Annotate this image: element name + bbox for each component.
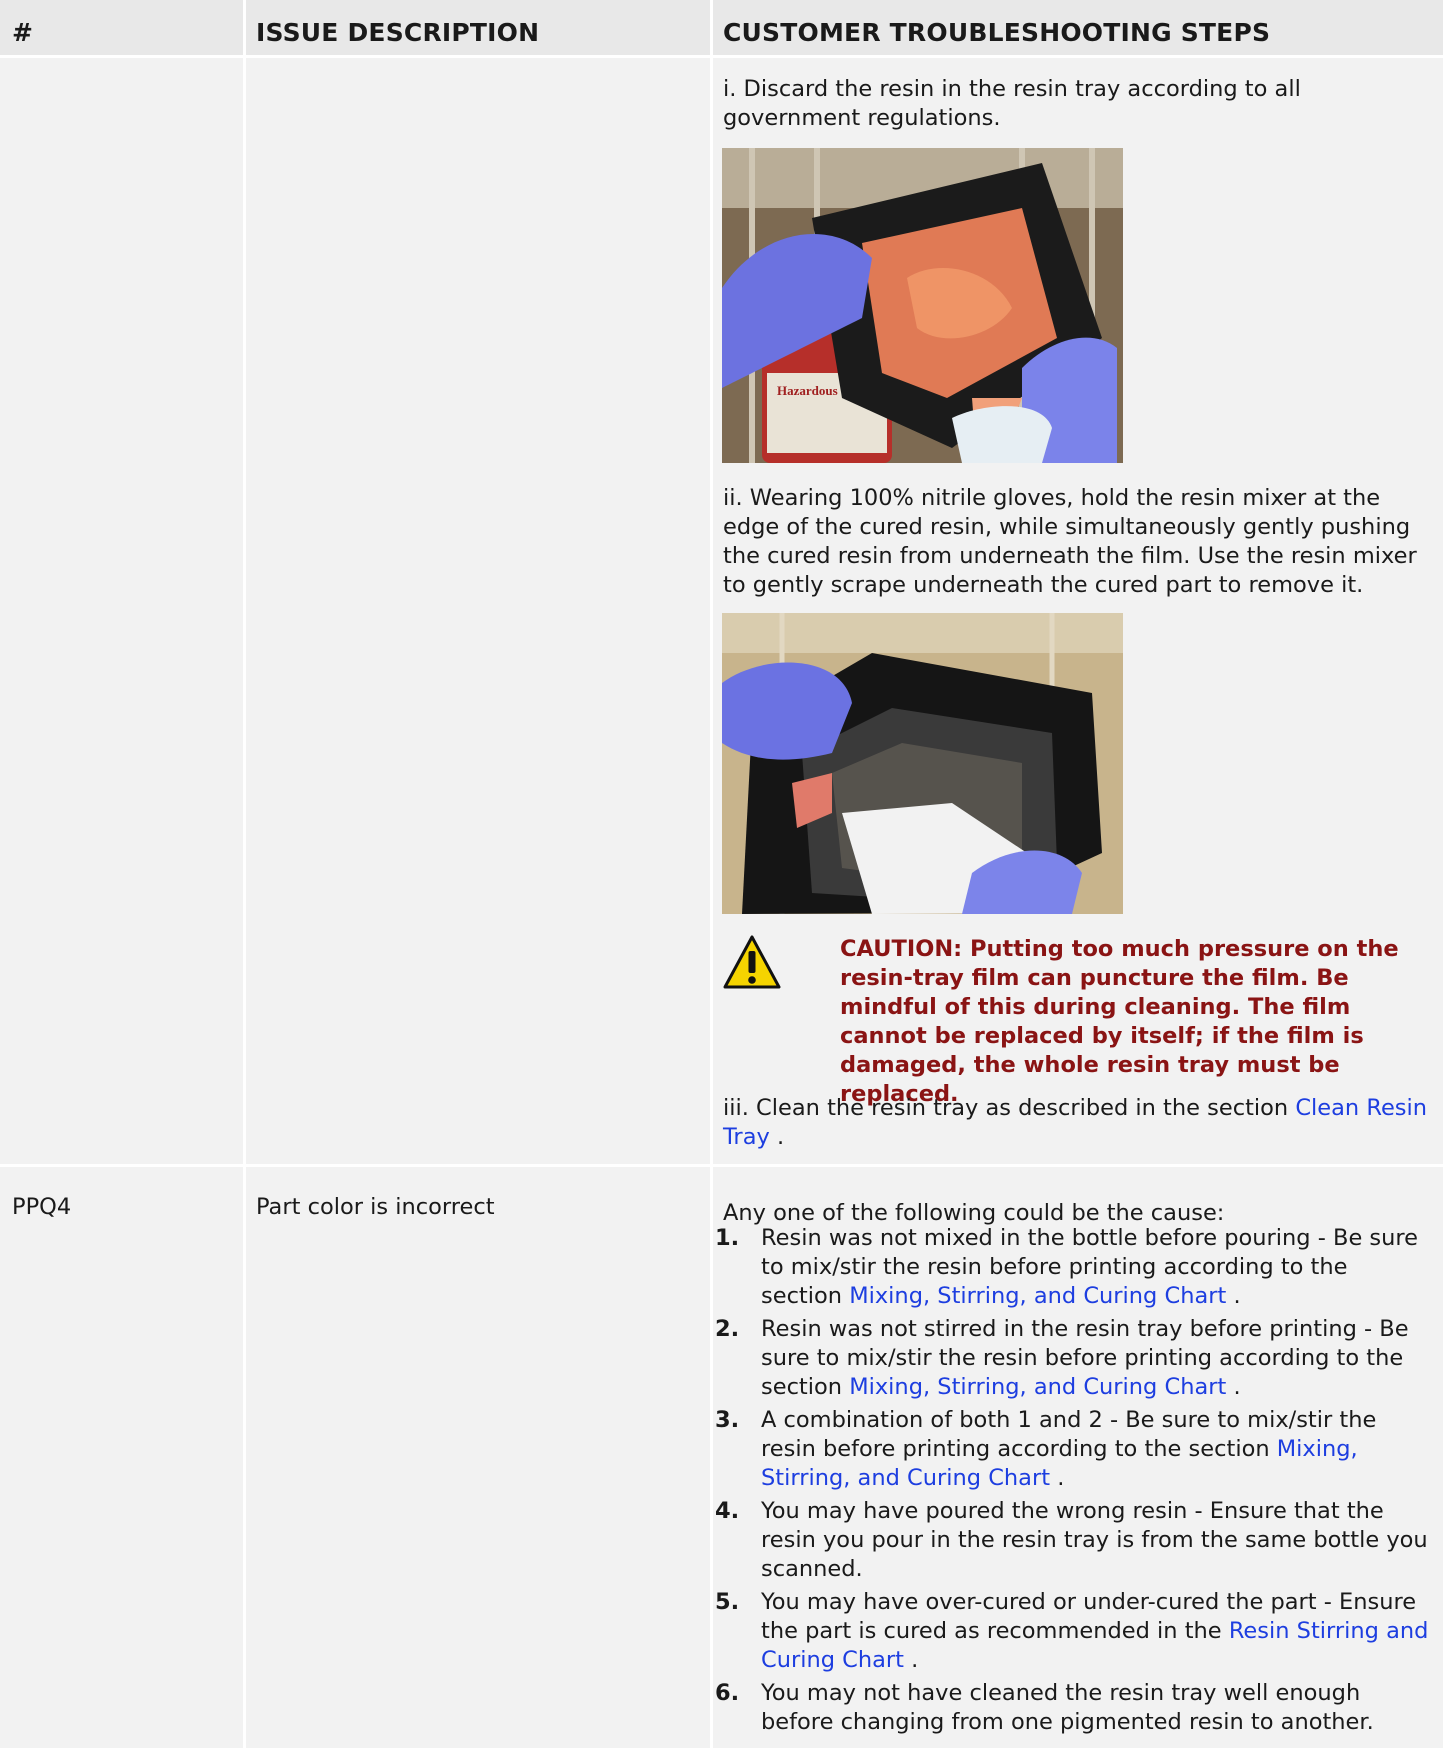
photo-discard-resin: Hazardous Waste — [722, 148, 1123, 463]
header-cell-steps: CUSTOMER TROUBLESHOOTING STEPS — [713, 0, 1443, 55]
list-item: 2. Resin was not stirred in the resin tr… — [715, 1315, 1435, 1402]
step-iii: iii. Clean the resin tray as described i… — [723, 1094, 1433, 1152]
caution-text: CAUTION: Putting too much pressure on th… — [840, 936, 1399, 1107]
step-ii-text: ii. Wearing 100% nitrile gloves, hold th… — [723, 485, 1417, 598]
mixing-chart-link[interactable]: Mixing, Stirring, and Curing Chart — [849, 1374, 1226, 1400]
troubleshooting-table: # ISSUE DESCRIPTION CUSTOMER TROUBLESHOO… — [0, 0, 1443, 1748]
list-item: 5. You may have over-cured or under-cure… — [715, 1588, 1435, 1675]
step-i-text: i. Discard the resin in the resin tray a… — [723, 76, 1301, 131]
step-iii-suffix: . — [776, 1124, 785, 1150]
list-item: 1. Resin was not mixed in the bottle bef… — [715, 1224, 1435, 1311]
list-item-text: You may have poured the wrong resin - En… — [761, 1498, 1428, 1582]
row2-num-cell: PPQ4 — [0, 1167, 243, 1748]
causes-list: 1. Resin was not mixed in the bottle bef… — [715, 1224, 1435, 1741]
photo-discard-resin-image: Hazardous Waste — [722, 148, 1123, 463]
header-cell-num: # — [0, 0, 243, 55]
header-num: # — [12, 18, 34, 47]
header-cell-issue: ISSUE DESCRIPTION — [246, 0, 710, 55]
list-item-suffix: . — [1057, 1465, 1065, 1491]
list-item: 6. You may not have cleaned the resin tr… — [715, 1679, 1435, 1737]
list-item-suffix: . — [1233, 1374, 1241, 1400]
issue-description: Part color is incorrect — [256, 1194, 495, 1220]
row2-issue-cell: Part color is incorrect — [246, 1167, 710, 1748]
photo-scrape-part — [722, 613, 1123, 914]
list-item-number: 5. — [715, 1589, 740, 1615]
list-item-number: 1. — [715, 1225, 740, 1251]
list-item-number: 2. — [715, 1316, 740, 1342]
list-item-suffix: . — [911, 1647, 919, 1673]
list-item: 4. You may have poured the wrong resin -… — [715, 1497, 1435, 1584]
row1-issue-cell — [246, 58, 710, 1164]
list-item-text: You may not have cleaned the resin tray … — [761, 1680, 1374, 1735]
warning-icon — [722, 934, 782, 990]
list-item-suffix: . — [1233, 1283, 1241, 1309]
photo-scrape-part-image — [722, 613, 1123, 914]
header-issue: ISSUE DESCRIPTION — [256, 18, 540, 47]
list-item-number: 3. — [715, 1407, 740, 1433]
mixing-chart-link[interactable]: Mixing, Stirring, and Curing Chart — [849, 1283, 1226, 1309]
list-item-number: 6. — [715, 1680, 740, 1706]
row1-num-cell — [0, 58, 243, 1164]
header-steps: CUSTOMER TROUBLESHOOTING STEPS — [723, 18, 1271, 47]
step-iii-prefix: iii. Clean the resin tray as described i… — [723, 1095, 1289, 1121]
list-item-number: 4. — [715, 1498, 740, 1524]
list-item: 3. A combination of both 1 and 2 - Be su… — [715, 1406, 1435, 1493]
issue-id: PPQ4 — [12, 1194, 72, 1220]
